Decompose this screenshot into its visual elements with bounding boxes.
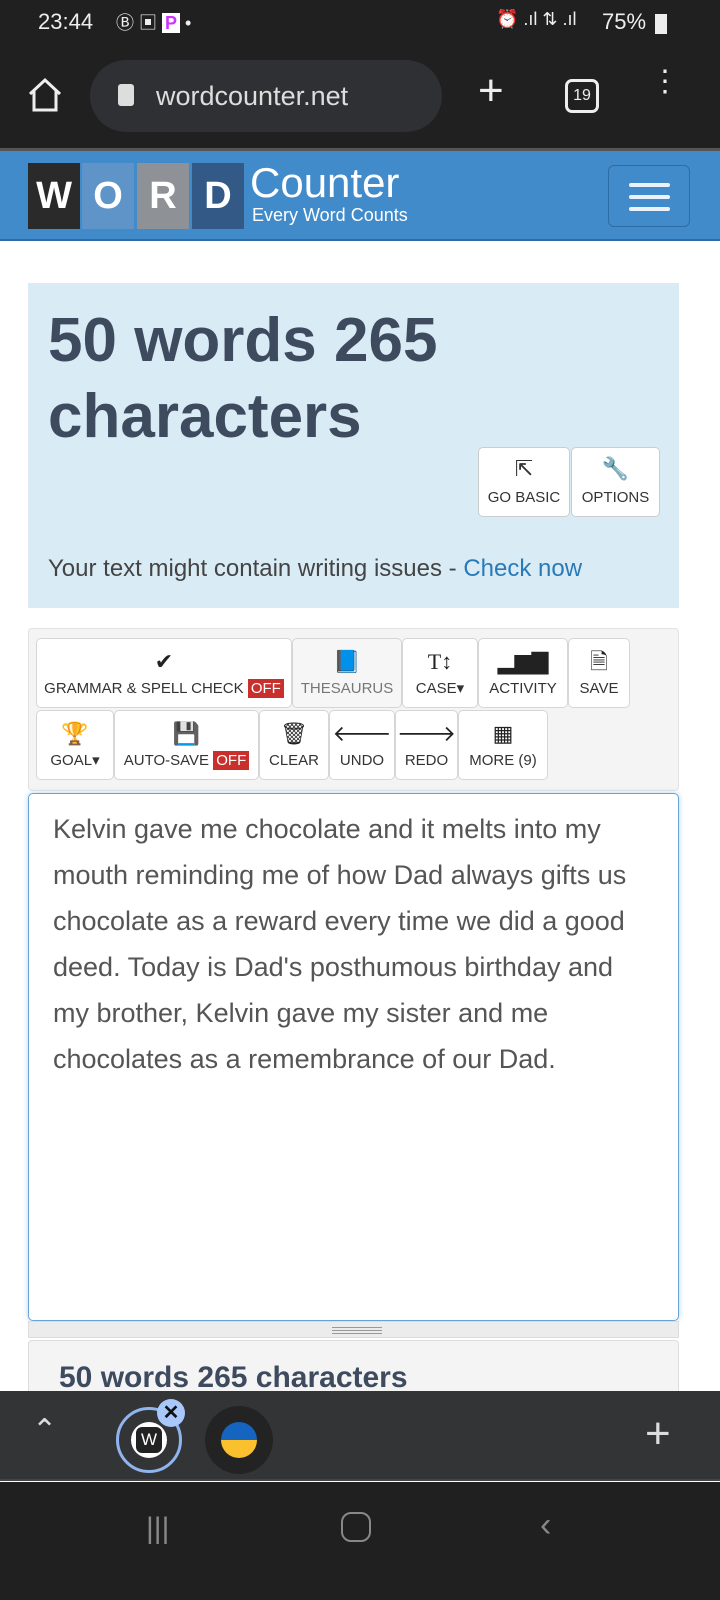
- save-button[interactable]: 🗎 SAVE: [568, 638, 630, 708]
- recents-icon[interactable]: |||: [146, 1512, 169, 1546]
- more-label: MORE (9): [469, 752, 537, 769]
- resize-handle[interactable]: [28, 1321, 679, 1338]
- thesaurus-label: THESAURUS: [300, 680, 394, 697]
- grammar-check-button[interactable]: ✔ GRAMMAR & SPELL CHECK OFF: [36, 638, 292, 708]
- hamburger-menu-button[interactable]: [608, 165, 690, 227]
- options-button[interactable]: 🔧 OPTIONS: [571, 447, 660, 517]
- battery-icon: [655, 14, 667, 34]
- word-char-count: 50 words 265 characters: [48, 306, 438, 451]
- activity-button[interactable]: ▂▆▇ ACTIVITY: [478, 638, 568, 708]
- clear-label: CLEAR: [268, 752, 320, 769]
- site-header: W O R D Counter Every Word Counts: [0, 148, 720, 241]
- goal-button[interactable]: 🏆 GOAL▾: [36, 710, 114, 780]
- notification-icons: Ⓑ ▣ P •: [116, 13, 192, 33]
- off-badge: OFF: [247, 679, 284, 698]
- close-tab-icon[interactable]: ✕: [157, 1399, 185, 1427]
- redo-button[interactable]: 🡒 REDO: [395, 710, 458, 780]
- tab-count-button[interactable]: 19: [565, 79, 599, 113]
- bar-chart-icon: ▂▆▇: [497, 649, 549, 674]
- tab-other[interactable]: [205, 1406, 273, 1474]
- thesaurus-button[interactable]: 📘 THESAURUS: [292, 638, 402, 708]
- details-title: 50 words 265 characters: [59, 1361, 408, 1394]
- logo-name: Counter: [250, 159, 400, 206]
- chevron-up-icon[interactable]: ⌃: [32, 1413, 57, 1448]
- arrow-right-icon: 🡒: [397, 721, 456, 746]
- logo-tagline: Every Word Counts: [252, 205, 408, 225]
- alarm-signal-icons: ⏰ .ıl ⇅ .ıl: [496, 9, 577, 29]
- autosave-label: AUTO-SAVE: [123, 752, 210, 769]
- wrench-icon: 🔧: [601, 456, 630, 481]
- clock: 23:44: [38, 9, 94, 34]
- case-button[interactable]: T↕ CASE▾: [402, 638, 478, 708]
- redo-label: REDO: [404, 752, 449, 769]
- activity-label: ACTIVITY: [489, 680, 557, 697]
- external-link-icon: ⇱: [514, 456, 534, 481]
- more-menu-icon[interactable]: ⋮: [650, 67, 680, 97]
- add-tab-icon[interactable]: +: [645, 1409, 671, 1459]
- trophy-icon: 🏆: [61, 721, 89, 746]
- logo-letter: D: [192, 163, 244, 229]
- battery-level: 75%: [602, 9, 647, 34]
- home-nav-icon[interactable]: [341, 1512, 371, 1542]
- back-icon[interactable]: ‹: [540, 1506, 551, 1545]
- off-badge: OFF: [213, 751, 250, 770]
- logo-letter: O: [82, 163, 134, 229]
- book-icon: 📘: [333, 649, 361, 674]
- issues-text: Your text might contain writing issues -: [48, 555, 464, 582]
- go-basic-label: GO BASIC: [487, 489, 561, 506]
- clear-button[interactable]: 🗑 CLEAR: [259, 710, 329, 780]
- tab-strip: ⌃ W ✕ +: [0, 1391, 720, 1481]
- address-bar[interactable]: wordcounter.net: [90, 60, 442, 132]
- undo-label: UNDO: [339, 752, 385, 769]
- case-label: CASE▾: [415, 680, 465, 697]
- undo-button[interactable]: 🡐 UNDO: [329, 710, 395, 780]
- logo-letter: W: [28, 163, 80, 229]
- status-bar: 23:44 Ⓑ ▣ P • ⏰ .ıl ⇅ .ıl 75%: [0, 0, 720, 46]
- grid-icon: ▦: [492, 721, 514, 746]
- auto-save-button[interactable]: 💾 AUTO-SAVE OFF: [114, 710, 259, 780]
- editor-toolbar: ✔ GRAMMAR & SPELL CHECK OFF 📘 THESAURUS T↕…: [28, 628, 679, 791]
- text-height-icon: T↕: [427, 649, 453, 674]
- text-input-area[interactable]: Kelvin gave me chocolate and it melts in…: [28, 793, 679, 1321]
- wordcounter-favicon: W: [131, 1422, 167, 1458]
- arrow-left-icon: 🡐: [332, 721, 392, 746]
- count-summary: 50 words 265 characters ⇱ GO BASIC 🔧 OPT…: [28, 283, 679, 608]
- floppy-disk-icon: 💾: [172, 721, 201, 746]
- new-tab-icon[interactable]: +: [478, 66, 504, 116]
- trash-icon: 🗑: [280, 721, 308, 746]
- lock-icon: [118, 84, 134, 106]
- checkmark-icon: ✔: [154, 649, 174, 674]
- save-label: SAVE: [579, 680, 619, 697]
- options-label: OPTIONS: [581, 489, 650, 506]
- writing-issues-notice: Your text might contain writing issues -…: [48, 555, 582, 583]
- ukraine-favicon: [221, 1422, 257, 1458]
- url-text: wordcounter.net: [156, 80, 349, 111]
- go-basic-button[interactable]: ⇱ GO BASIC: [478, 447, 570, 517]
- browser-toolbar: wordcounter.net + 19 ⋮: [0, 46, 720, 148]
- home-icon[interactable]: [26, 76, 64, 114]
- more-button[interactable]: ▦ MORE (9): [458, 710, 548, 780]
- logo[interactable]: W O R D Counter Every Word Counts: [0, 151, 420, 241]
- goal-label: GOAL▾: [50, 752, 100, 769]
- logo-letter: R: [137, 163, 189, 229]
- grammar-label: GRAMMAR & SPELL CHECK: [44, 680, 244, 697]
- check-now-link[interactable]: Check now: [463, 555, 582, 582]
- file-download-icon: 🗎: [590, 649, 608, 674]
- system-nav-bar: ||| ‹: [0, 1482, 720, 1600]
